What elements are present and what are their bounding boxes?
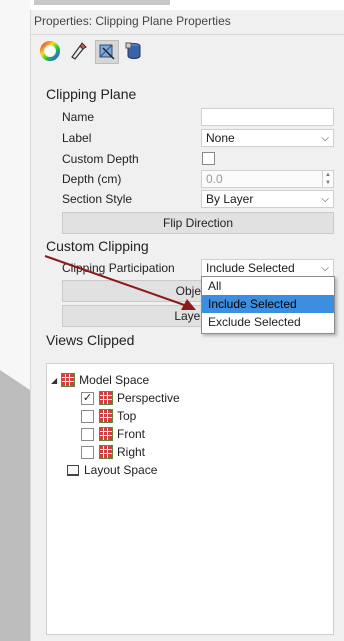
label-select[interactable]: None ⌵: [201, 129, 334, 147]
custom-clipping-heading: Custom Clipping: [46, 238, 149, 254]
name-field[interactable]: [201, 108, 334, 126]
perspective-checkbox[interactable]: ✓: [81, 391, 94, 405]
label-label: Label: [62, 131, 92, 145]
name-label: Name: [62, 110, 95, 124]
custom-depth-label: Custom Depth: [62, 152, 139, 166]
custom-depth-checkbox[interactable]: [202, 152, 215, 165]
tree-view-right[interactable]: Right: [81, 445, 145, 459]
clipping-plane-heading: Clipping Plane: [46, 86, 137, 102]
depth-field[interactable]: 0.0 ▲ ▼: [201, 170, 334, 188]
properties-panel: Properties: Clipping Plane Properties Cl…: [30, 10, 344, 641]
chevron-down-icon: ⌵: [321, 263, 329, 274]
grid-icon: [61, 373, 76, 387]
title-separator: [31, 34, 344, 35]
collapse-icon[interactable]: ◢: [51, 376, 57, 385]
spinner-icon[interactable]: ▲ ▼: [322, 171, 333, 187]
grid-icon: [99, 427, 113, 441]
dropdown-option-all[interactable]: All: [202, 277, 334, 295]
grid-icon: [99, 445, 113, 459]
participation-dropdown: All Include Selected Exclude Selected: [201, 276, 335, 334]
front-label: Front: [117, 427, 146, 441]
tree-view-top[interactable]: Top: [81, 409, 136, 423]
right-label: Right: [117, 445, 146, 459]
tree-layout-space[interactable]: Layout Space: [67, 463, 157, 477]
right-checkbox[interactable]: [81, 445, 94, 459]
viewport-shape-body: [0, 390, 30, 641]
depth-value: 0.0: [206, 172, 223, 186]
panel-title: Properties: Clipping Plane Properties: [34, 14, 231, 28]
clipping-participation-value: Include Selected: [206, 261, 295, 275]
dropdown-option-include-selected[interactable]: Include Selected: [202, 295, 334, 313]
front-checkbox[interactable]: [81, 427, 94, 441]
tree-view-front[interactable]: Front: [81, 427, 145, 441]
material-icon[interactable]: [67, 40, 89, 62]
color-wheel-icon[interactable]: [39, 40, 61, 62]
top-checkbox[interactable]: [81, 409, 94, 423]
database-icon[interactable]: [123, 40, 145, 62]
section-style-label: Section Style: [62, 192, 133, 206]
tree-model-space[interactable]: ◢ Model Space: [51, 373, 149, 387]
layout-icon: [67, 464, 79, 476]
dropdown-option-exclude-selected[interactable]: Exclude Selected: [202, 313, 334, 331]
depth-label: Depth (cm): [62, 172, 122, 186]
tree-view-perspective[interactable]: ✓ Perspective: [81, 391, 180, 405]
section-style-value: By Layer: [206, 192, 254, 206]
flip-direction-button[interactable]: Flip Direction: [62, 212, 334, 234]
grid-icon: [99, 391, 113, 405]
views-tree: ◢ Model Space ✓ Perspective Top Front Ri…: [46, 363, 334, 635]
perspective-label: Perspective: [117, 391, 180, 405]
views-clipped-heading: Views Clipped: [46, 332, 135, 348]
viewport-shape: [0, 370, 30, 390]
grid-icon: [99, 409, 113, 423]
top-label: Top: [117, 409, 137, 423]
clipping-participation-select[interactable]: Include Selected ⌵: [201, 259, 334, 277]
layout-space-label: Layout Space: [84, 463, 158, 477]
clipping-plane-icon[interactable]: [95, 40, 119, 64]
label-select-value: None: [206, 131, 235, 145]
section-style-select[interactable]: By Layer ⌵: [201, 190, 334, 208]
model-space-label: Model Space: [79, 373, 150, 387]
clipping-participation-label: Clipping Participation: [62, 261, 175, 275]
top-tab[interactable]: [34, 0, 170, 5]
chevron-down-icon: ⌵: [321, 194, 329, 205]
chevron-down-icon: ⌵: [321, 133, 329, 144]
